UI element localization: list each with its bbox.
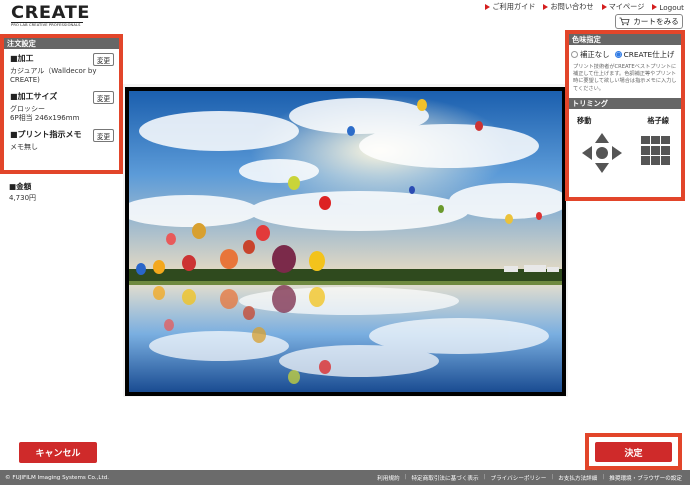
change-size-button[interactable]: 変更 xyxy=(93,91,114,105)
change-processing-button[interactable]: 変更 xyxy=(93,53,114,66)
change-memo-button[interactable]: 変更 xyxy=(93,129,114,143)
price-value: 4,730円 xyxy=(9,194,37,202)
footer-links: 利用規約 | 特定商取引法に基づく表示 | プライバシーポリシー | お支払方法… xyxy=(377,474,682,482)
size-paper: グロッシー xyxy=(10,105,45,114)
direction-pad-icon[interactable] xyxy=(581,132,623,174)
nav-contact-link[interactable]: お問い合わせ xyxy=(543,2,594,12)
footer-link-environment[interactable]: 推奨環境・ブラウザーの設定 xyxy=(609,474,682,482)
confirm-highlight: 決定 xyxy=(585,433,682,470)
adjustment-panel: 色味指定 補正なし CREATE仕上げ プリント技術者がCREATEベストプリン… xyxy=(565,30,685,201)
confirm-button[interactable]: 決定 xyxy=(595,442,672,462)
memo-section: ■プリント指示メモ 変更 メモ無し xyxy=(4,122,119,152)
grid-label: 格子線 xyxy=(647,115,669,125)
nav-logout-label: Logout xyxy=(659,2,684,12)
no-correction-radio[interactable] xyxy=(571,51,578,58)
create-finish-label[interactable]: CREATE仕上げ xyxy=(624,49,675,60)
footer: © FUJIFILM Imaging Systems Co.,Ltd. 利用規約… xyxy=(0,470,690,485)
nav-arrow-icon xyxy=(601,4,607,10)
footer-separator: | xyxy=(602,473,605,480)
photo-frame xyxy=(125,87,566,396)
create-logo[interactable]: CREATE PRO LAB CREATIVE PROFESSIONALS xyxy=(11,5,89,28)
color-note: プリント技術者がCREATEベストプリントに補正して仕上げます。色調補正等やプリ… xyxy=(573,64,677,92)
color-heading: 色味指定 xyxy=(569,34,681,45)
copyright: © FUJIFILM Imaging Systems Co.,Ltd. xyxy=(5,474,110,481)
view-cart-label: カートをみる xyxy=(633,17,679,26)
size-dimensions: 6P相当 246x196mm xyxy=(10,113,80,122)
cart-icon xyxy=(619,17,630,26)
view-cart-button[interactable]: カートをみる xyxy=(615,14,683,29)
nav-guide-label: ご利用ガイド xyxy=(492,2,536,11)
footer-link-privacy[interactable]: プライバシーポリシー xyxy=(490,474,546,482)
grid-lines-icon[interactable] xyxy=(641,135,670,165)
arrow-down-icon xyxy=(595,162,609,173)
order-settings-panel: 注文設定 ■加工 変更 カジュアル（Walldecor by CREATE) ■… xyxy=(0,34,123,174)
color-options: 補正なし CREATE仕上げ xyxy=(569,45,681,60)
cancel-button[interactable]: キャンセル xyxy=(19,442,97,463)
footer-link-legal[interactable]: 特定商取引法に基づく表示 xyxy=(411,474,478,482)
nav-logout-link[interactable]: Logout xyxy=(652,2,684,12)
footer-separator: | xyxy=(551,473,554,480)
processing-section: ■加工 変更 カジュアル（Walldecor by CREATE) xyxy=(4,49,119,84)
trimming-labels: 移動 格子線 xyxy=(569,109,681,126)
move-label: 移動 xyxy=(577,115,592,125)
footer-separator: | xyxy=(404,473,407,480)
no-correction-label[interactable]: 補正なし xyxy=(580,49,610,60)
trimming-heading: トリミング xyxy=(569,97,681,109)
footer-link-payment[interactable]: お支払方法詳細 xyxy=(558,474,597,482)
balloon-photo xyxy=(129,91,562,392)
nav-mypage-label: マイページ xyxy=(608,2,645,11)
create-finish-radio[interactable] xyxy=(614,51,622,58)
nav-mypage-link[interactable]: マイページ xyxy=(601,2,645,12)
nav-arrow-icon xyxy=(652,4,658,10)
size-section: ■加工サイズ 変更 グロッシー 6P相当 246x196mm xyxy=(4,84,119,122)
price-title: ■金額 xyxy=(9,182,32,191)
photo-preview[interactable] xyxy=(129,91,562,392)
footer-separator: | xyxy=(483,473,486,480)
center-dot-icon xyxy=(596,146,608,159)
nav-arrow-icon xyxy=(543,4,549,10)
arrow-up-icon xyxy=(595,132,609,143)
trimming-canvas[interactable] xyxy=(123,84,568,397)
logo-text: CREATE xyxy=(11,3,90,23)
nav-arrow-icon xyxy=(485,4,491,10)
price-block: ■金額 4,730円 xyxy=(9,181,36,203)
memo-value: メモ無し xyxy=(10,143,38,152)
nav-contact-label: お問い合わせ xyxy=(550,2,594,11)
order-settings-heading: 注文設定 xyxy=(4,38,119,49)
trimming-controls xyxy=(569,126,681,176)
arrow-right-icon xyxy=(612,145,622,160)
nav-guide-link[interactable]: ご利用ガイド xyxy=(485,2,535,12)
arrow-left-icon xyxy=(582,145,592,160)
top-nav: ご利用ガイド お問い合わせ マイページ Logout xyxy=(485,2,684,12)
footer-link-terms[interactable]: 利用規約 xyxy=(377,474,399,482)
processing-value: カジュアル（Walldecor by CREATE) xyxy=(10,67,97,84)
